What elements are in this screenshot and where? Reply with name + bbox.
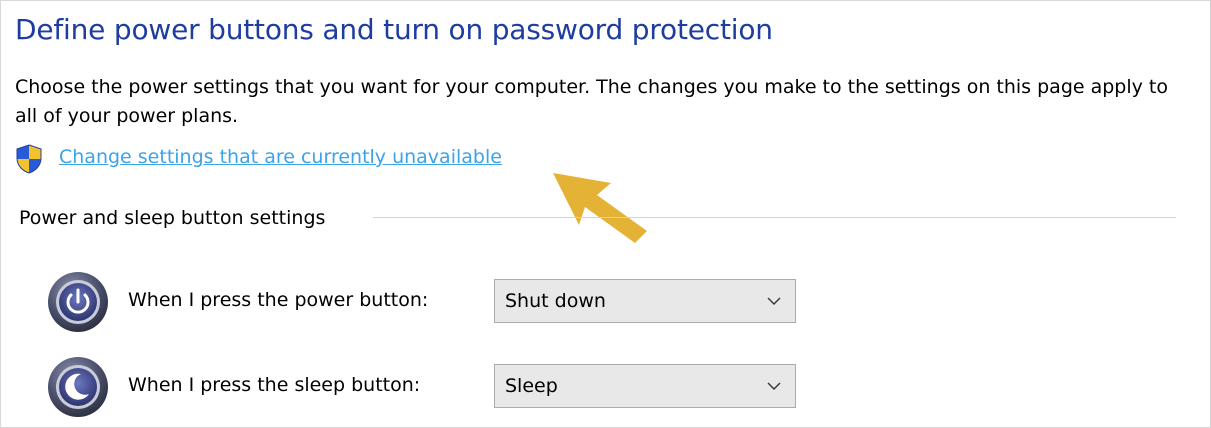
power-button-row: When I press the power button: Shut down: [1, 271, 1210, 335]
power-button-selected-value: Shut down: [505, 290, 606, 312]
power-button-icon: [48, 272, 108, 332]
change-unavailable-settings-link[interactable]: Change settings that are currently unava…: [59, 146, 502, 168]
page-title: Define power buttons and turn on passwor…: [15, 13, 773, 46]
chevron-down-icon: [767, 297, 781, 305]
page-description: Choose the power settings that you want …: [15, 76, 1169, 127]
group-title: Power and sleep button settings: [19, 207, 334, 229]
sleep-button-label: When I press the sleep button:: [128, 374, 421, 396]
sleep-button-selected-value: Sleep: [505, 375, 558, 397]
sleep-button-action-dropdown[interactable]: Sleep: [494, 364, 796, 408]
power-button-action-dropdown[interactable]: Shut down: [494, 279, 796, 323]
uac-shield-icon: [16, 144, 42, 174]
arrow-pointer-icon: [553, 173, 647, 243]
sleep-button-icon: [48, 357, 108, 417]
sleep-button-row: When I press the sleep button: Sleep: [1, 356, 1210, 420]
group-divider: [373, 217, 1176, 218]
chevron-down-icon: [767, 382, 781, 390]
control-panel-window: Define power buttons and turn on passwor…: [0, 0, 1211, 428]
power-button-label: When I press the power button:: [128, 289, 429, 311]
